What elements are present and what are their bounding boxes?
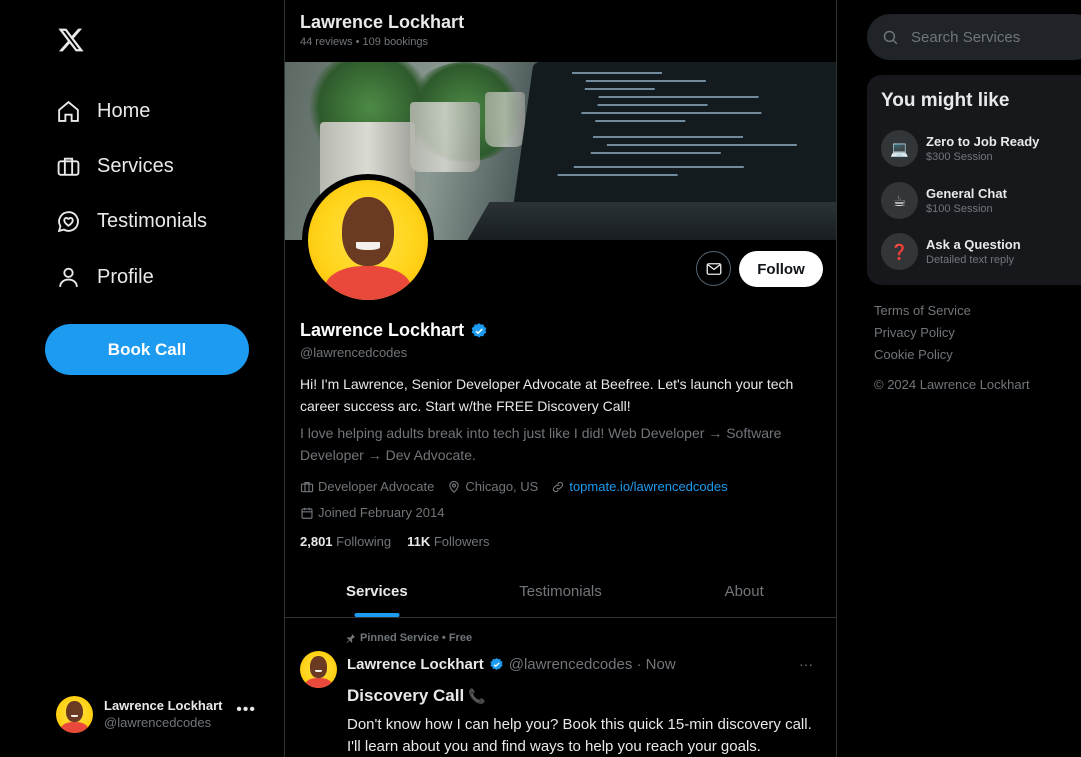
privacy-link[interactable]: Privacy Policy bbox=[874, 325, 955, 340]
message-button[interactable] bbox=[696, 251, 731, 286]
follow-button[interactable]: Follow bbox=[739, 251, 823, 287]
verified-badge-icon bbox=[471, 322, 487, 338]
post-author-name[interactable]: Lawrence Lockhart bbox=[347, 656, 484, 673]
home-icon bbox=[58, 100, 79, 122]
following-label: Following bbox=[336, 534, 392, 549]
avatar bbox=[300, 651, 337, 688]
profile-avatar[interactable] bbox=[302, 174, 434, 306]
post-meta: @lawrencedcodes · Now bbox=[508, 656, 676, 673]
suggestion-subtitle: $300 Session bbox=[926, 151, 993, 163]
right-sidebar: You might like 💻 Zero to Job Ready $300 … bbox=[837, 0, 1081, 757]
mail-icon bbox=[706, 262, 721, 275]
tab-services[interactable]: Services bbox=[285, 566, 469, 617]
x-logo-icon[interactable] bbox=[56, 26, 86, 54]
followers-label: Followers bbox=[433, 534, 490, 549]
page-subtitle: 44 reviews • 109 bookings bbox=[300, 36, 428, 48]
profile-name: Lawrence Lockhart bbox=[300, 320, 465, 340]
suggestion-subtitle: $100 Session bbox=[926, 203, 993, 215]
suggestions-panel: You might like 💻 Zero to Job Ready $300 … bbox=[867, 75, 1081, 285]
profile-location: Chicago, US bbox=[447, 479, 538, 494]
verified-badge-icon bbox=[490, 657, 503, 670]
profile-handle: @lawrencedcodes bbox=[300, 345, 408, 360]
post-avatar[interactable] bbox=[300, 651, 337, 688]
copyright-text: © 2024 Lawrence Lockhart bbox=[874, 377, 1030, 392]
tab-testimonials[interactable]: Testimonials bbox=[469, 566, 653, 617]
cookie-link[interactable]: Cookie Policy bbox=[874, 347, 953, 362]
book-call-button[interactable]: Book Call bbox=[45, 324, 249, 375]
following-count: 2,801 bbox=[300, 534, 333, 549]
profile-joined: Joined February 2014 bbox=[300, 505, 444, 520]
profile-bio-secondary: I love helping adults break into tech ju… bbox=[300, 425, 782, 463]
pin-icon bbox=[346, 633, 356, 643]
profile-job: Developer Advocate bbox=[300, 479, 434, 494]
search-bar[interactable] bbox=[867, 14, 1081, 60]
suggestion-item[interactable]: ☕ General Chat $100 Session bbox=[881, 182, 1007, 219]
laptop-icon: 💻 bbox=[881, 130, 918, 167]
profile-header: Lawrence Lockhart 44 reviews • 109 booki… bbox=[285, 0, 836, 62]
profile-bio: Hi! I'm Lawrence, Senior Developer Advoc… bbox=[300, 376, 794, 414]
profile-link[interactable]: topmate.io/lawrencedcodes bbox=[551, 479, 728, 494]
account-handle: @lawrencedcodes bbox=[104, 715, 212, 730]
suggestion-title: Zero to Job Ready bbox=[926, 134, 1040, 149]
post-title: Discovery Call bbox=[347, 686, 465, 705]
nav-item-label: Services bbox=[97, 154, 174, 177]
nav-item-home[interactable]: Home bbox=[56, 97, 150, 125]
post-header: Lawrence Lockhart @lawrencedcodes · Now bbox=[347, 656, 676, 673]
nav-item-label: Testimonials bbox=[97, 209, 208, 232]
person-icon bbox=[59, 267, 78, 287]
profile-link-url[interactable]: topmate.io/lawrencedcodes bbox=[569, 479, 727, 494]
suggestion-item[interactable]: ❓ Ask a Question Detailed text reply bbox=[881, 233, 1021, 270]
calendar-icon bbox=[301, 507, 313, 519]
nav-item-label: Home bbox=[97, 99, 151, 122]
more-options-icon[interactable]: ••• bbox=[236, 701, 256, 719]
link-icon bbox=[553, 481, 564, 492]
phone-icon: 📞 bbox=[468, 687, 486, 704]
nav-item-services[interactable]: Services bbox=[56, 152, 174, 180]
suggestion-title: Ask a Question bbox=[926, 237, 1021, 252]
nav-item-label: Profile bbox=[97, 265, 154, 288]
followers-stat[interactable]: 11K Followers bbox=[407, 534, 489, 549]
suggestion-item[interactable]: 💻 Zero to Job Ready $300 Session bbox=[881, 130, 1039, 167]
profile-job-label: Developer Advocate bbox=[318, 479, 435, 494]
followers-count: 11K bbox=[407, 534, 431, 549]
question-icon: ❓ bbox=[881, 233, 918, 270]
suggestion-subtitle: Detailed text reply bbox=[926, 254, 1015, 266]
pinned-label: Pinned Service • Free bbox=[345, 632, 472, 644]
briefcase-icon bbox=[57, 157, 80, 176]
account-switcher[interactable]: Lawrence Lockhart @lawrencedcodes ••• bbox=[56, 694, 266, 734]
profile-meta: Developer Advocate Chicago, US topmate.i… bbox=[300, 479, 728, 494]
page-title: Lawrence Lockhart bbox=[300, 12, 465, 32]
location-pin-icon bbox=[449, 480, 460, 493]
profile-column: Lawrence Lockhart 44 reviews • 109 booki… bbox=[284, 0, 837, 757]
coffee-icon: ☕ bbox=[881, 182, 918, 219]
profile-tabs: Services Testimonials About bbox=[285, 566, 836, 618]
left-sidebar: Home Services Testimonials Profile Book … bbox=[0, 0, 284, 757]
account-name: Lawrence Lockhart bbox=[104, 698, 223, 713]
profile-joined-label: Joined February 2014 bbox=[318, 505, 445, 520]
terms-link[interactable]: Terms of Service bbox=[874, 303, 971, 318]
profile-location-label: Chicago, US bbox=[465, 479, 539, 494]
tab-about[interactable]: About bbox=[652, 566, 836, 617]
suggestion-title: General Chat bbox=[926, 186, 1007, 201]
profile-name-row: Lawrence Lockhart bbox=[300, 320, 488, 341]
nav-item-testimonials[interactable]: Testimonials bbox=[56, 207, 207, 235]
post-title-row: Discovery Call 📞 bbox=[347, 686, 486, 706]
following-stat[interactable]: 2,801 Following bbox=[300, 534, 391, 549]
suggestions-title: You might like bbox=[881, 90, 1010, 111]
avatar bbox=[56, 695, 93, 733]
profile-stats: 2,801 Following 11K Followers bbox=[300, 534, 489, 549]
post-body: Don't know how I can help you? Book this… bbox=[347, 716, 812, 755]
post-more-icon[interactable]: ··· bbox=[799, 656, 813, 672]
avatar bbox=[308, 180, 428, 300]
search-input[interactable] bbox=[911, 28, 1061, 46]
pinned-text: Pinned Service • Free bbox=[360, 632, 473, 644]
heart-chat-icon bbox=[57, 210, 79, 232]
search-icon bbox=[883, 30, 898, 44]
nav-item-profile[interactable]: Profile bbox=[56, 263, 154, 291]
briefcase-icon bbox=[300, 481, 314, 492]
